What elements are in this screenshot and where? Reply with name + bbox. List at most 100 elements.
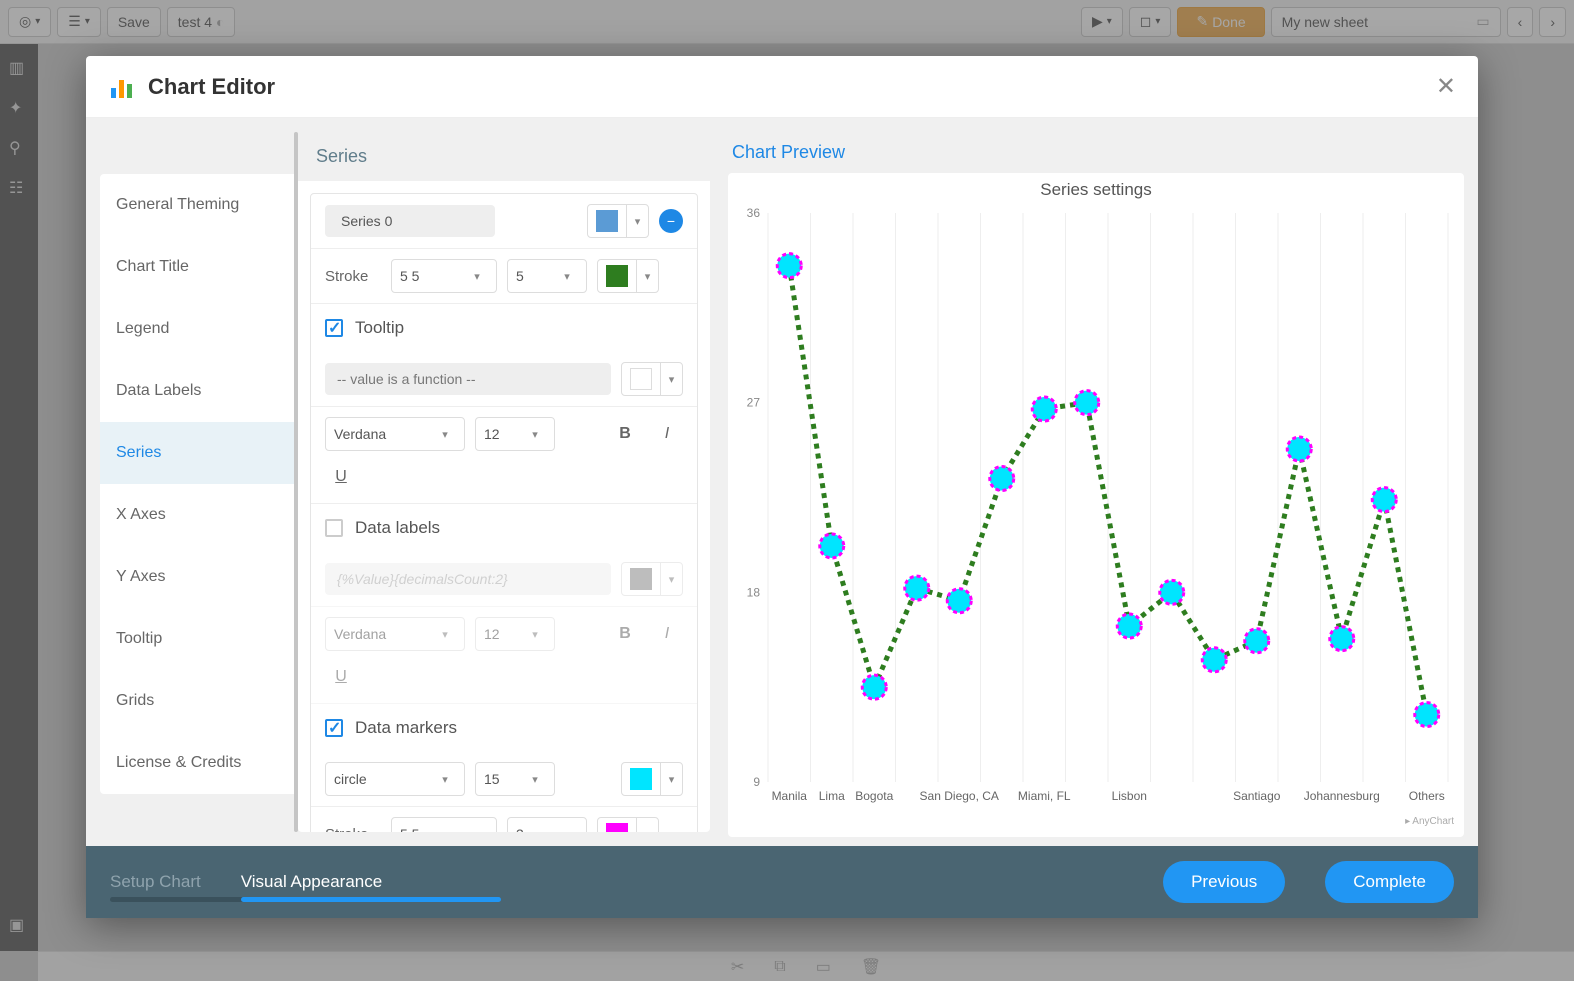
- svg-text:18: 18: [747, 585, 761, 599]
- puzzle-icon[interactable]: ✦: [9, 98, 29, 118]
- cut-icon[interactable]: ✂: [731, 957, 744, 977]
- markers-checkbox[interactable]: [325, 719, 343, 737]
- tooltip-checkbox[interactable]: [325, 319, 343, 337]
- chart-preview-panel: Chart Preview Series settings 9 18 27 36 Mani…: [728, 132, 1464, 832]
- datalabels-font-select: Verdana▾: [325, 617, 465, 651]
- pencil-icon: ✎: [1196, 13, 1208, 30]
- copy-icon[interactable]: ⧉: [774, 958, 785, 976]
- svg-text:Others: Others: [1409, 789, 1445, 803]
- link-icon[interactable]: ⚲: [9, 138, 29, 158]
- tab-data-labels[interactable]: Data Labels: [100, 360, 298, 422]
- tab-legend[interactable]: Legend: [100, 298, 298, 360]
- svg-text:Miami, FL: Miami, FL: [1018, 789, 1071, 803]
- svg-text:Lisbon: Lisbon: [1112, 789, 1147, 803]
- marker-stroke-color-picker[interactable]: ▾: [597, 817, 659, 832]
- tooltip-section-label: Tooltip: [355, 318, 404, 338]
- svg-text:Santiago: Santiago: [1233, 789, 1281, 803]
- svg-text:Johannesburg: Johannesburg: [1304, 789, 1380, 803]
- paste-icon[interactable]: ▭: [816, 957, 831, 977]
- compass-icon: ◎: [19, 13, 31, 30]
- chevron-down-icon: ▾: [626, 205, 648, 237]
- left-sidebar: ▥ ✦ ⚲ ☷ ▣: [0, 44, 38, 951]
- underline-button[interactable]: U: [325, 461, 357, 493]
- tooltip-size-select[interactable]: 12▾: [475, 417, 555, 451]
- chart-editor-modal: Chart Editor ✕ General ThemingChart Titl…: [86, 56, 1478, 918]
- tab-tooltip[interactable]: Tooltip: [100, 608, 298, 670]
- datalabels-section-label: Data labels: [355, 518, 440, 538]
- svg-text:9: 9: [753, 775, 760, 789]
- tooltip-font-select[interactable]: Verdana▾: [325, 417, 465, 451]
- svg-text:36: 36: [747, 206, 761, 220]
- present-menu[interactable]: ▶▾: [1081, 7, 1123, 37]
- chart-icon[interactable]: ▥: [9, 58, 29, 78]
- svg-text:▸ AnyChart: ▸ AnyChart: [1405, 816, 1454, 827]
- chart-preview-title: Chart Preview: [728, 132, 1464, 173]
- bookmark-icon: ◻: [1140, 13, 1152, 30]
- app-toolbar: ◎▾ ☰▾ Save test 4 ◐ ▶▾ ◻▾ ✎ Done My new …: [0, 0, 1574, 44]
- svg-text:27: 27: [747, 396, 761, 410]
- list-icon: ☰: [68, 13, 81, 30]
- tab-grids[interactable]: Grids: [100, 670, 298, 732]
- marker-stroke-width-select[interactable]: 3▾: [507, 817, 587, 832]
- trash-icon[interactable]: 🗑: [861, 957, 881, 977]
- close-icon: ✕: [1436, 73, 1456, 100]
- stroke-color-picker[interactable]: ▾: [597, 259, 659, 293]
- done-button[interactable]: ✎ Done: [1177, 7, 1264, 37]
- tab-y-axes[interactable]: Y Axes: [100, 546, 298, 608]
- tab-name[interactable]: test 4 ◐: [167, 7, 236, 37]
- stroke-width-select[interactable]: 5▾: [507, 259, 587, 293]
- previous-button[interactable]: Previous: [1163, 861, 1285, 903]
- series-color-picker[interactable]: ▾: [587, 204, 649, 238]
- bold-button[interactable]: B: [609, 418, 641, 450]
- nav-prev[interactable]: ‹: [1507, 7, 1534, 37]
- markers-section-label: Data markers: [355, 718, 457, 738]
- stroke-dash-select[interactable]: 5 5▾: [391, 259, 497, 293]
- minus-icon: −: [667, 213, 675, 229]
- bottom-toolbar: ✂ ⧉ ▭ 🗑: [38, 951, 1574, 981]
- svg-text:Bogota: Bogota: [855, 789, 893, 803]
- chart-preview: Series settings9182736ManilaLimaBogotaSa…: [728, 173, 1464, 837]
- marker-size-select[interactable]: 15▾: [475, 762, 555, 796]
- settings-tabs: General ThemingChart TitleLegendData Lab…: [100, 132, 298, 832]
- tooltip-color-picker[interactable]: ▾: [621, 362, 683, 396]
- complete-button[interactable]: Complete: [1325, 861, 1454, 903]
- step-visual-appearance[interactable]: Visual Appearance: [241, 872, 382, 892]
- list-menu[interactable]: ☰▾: [57, 7, 101, 37]
- datalabels-checkbox[interactable]: [325, 519, 343, 537]
- image-icon[interactable]: ▣: [9, 915, 29, 935]
- play-icon: ▶: [1092, 13, 1103, 30]
- remove-series-button[interactable]: −: [659, 209, 683, 233]
- chevron-right-icon: ›: [1550, 14, 1555, 30]
- modal-title: Chart Editor: [148, 74, 275, 100]
- tab-chart-title[interactable]: Chart Title: [100, 236, 298, 298]
- close-button[interactable]: ✕: [1436, 72, 1456, 101]
- sheet-name-field[interactable]: My new sheet▭: [1271, 7, 1501, 37]
- database-icon[interactable]: ☷: [9, 178, 29, 198]
- chart-editor-logo-icon: [108, 73, 136, 101]
- bookmark-menu[interactable]: ◻▾: [1129, 7, 1172, 37]
- step-setup-chart[interactable]: Setup Chart: [110, 872, 201, 892]
- tooltip-value-field[interactable]: -- value is a function --: [325, 363, 611, 395]
- save-button[interactable]: Save: [107, 7, 161, 37]
- italic-button[interactable]: I: [651, 418, 683, 450]
- modal-footer: Setup Chart Visual Appearance Previous C…: [86, 846, 1478, 918]
- svg-text:Manila: Manila: [772, 789, 808, 803]
- datalabels-value-field: {%Value}{decimalsCount:2}: [325, 563, 611, 595]
- series-panel: Series Series 0 ▾ − Stroke 5 5▾ 5▾ ▾: [298, 132, 710, 832]
- datalabels-size-select: 12▾: [475, 617, 555, 651]
- svg-text:Series settings: Series settings: [1040, 180, 1152, 199]
- series-name-field[interactable]: Series 0: [325, 205, 495, 237]
- marker-shape-select[interactable]: circle▾: [325, 762, 465, 796]
- marker-fill-picker[interactable]: ▾: [621, 762, 683, 796]
- tab-general-theming[interactable]: General Theming: [100, 174, 298, 236]
- nav-next[interactable]: ›: [1539, 7, 1566, 37]
- sheet-icon: ▭: [1476, 13, 1489, 30]
- tab-x-axes[interactable]: X Axes: [100, 484, 298, 546]
- svg-text:San Diego, CA: San Diego, CA: [920, 789, 999, 803]
- tab-license-credits[interactable]: License & Credits: [100, 732, 298, 794]
- compass-menu[interactable]: ◎▾: [8, 7, 51, 37]
- chevron-left-icon: ‹: [1518, 14, 1523, 30]
- panel-section-title: Series: [298, 132, 710, 181]
- tab-series[interactable]: Series: [100, 422, 298, 484]
- marker-stroke-dash-select[interactable]: 5 5▾: [391, 817, 497, 832]
